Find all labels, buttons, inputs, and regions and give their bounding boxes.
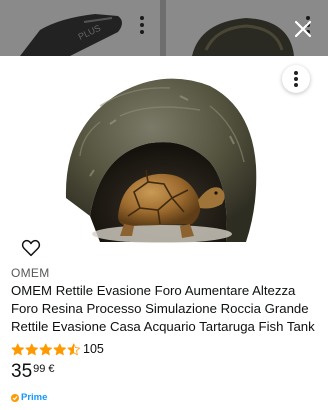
product-title[interactable]: OMEM Rettile Evasione Foro Aumentare Alt… (11, 282, 319, 336)
star-icon (67, 342, 80, 355)
background-more-icon (140, 16, 144, 37)
price-fraction: 99 (33, 363, 46, 375)
close-icon (294, 20, 312, 38)
star-icon (53, 342, 66, 355)
star-icon (11, 342, 24, 355)
prime-badge: Prime (11, 392, 47, 403)
product-detail-sheet: OMEM OMEM Rettile Evasione Foro Aumentar… (0, 56, 328, 410)
prime-check-icon (11, 393, 19, 402)
product-image[interactable] (60, 66, 260, 244)
price-whole: 35 (11, 361, 33, 382)
more-options-icon (294, 69, 298, 89)
price: 35 99 € (11, 362, 55, 382)
prime-label: Prime (21, 392, 48, 403)
brand-label: OMEM (11, 266, 50, 280)
star-icon (25, 342, 38, 355)
background-overlay: PLUS (0, 0, 328, 56)
heart-icon[interactable] (21, 239, 41, 257)
star-rating (11, 342, 81, 356)
background-product-card: PLUS (0, 0, 160, 56)
star-icon (39, 342, 52, 355)
review-count[interactable]: 105 (83, 342, 104, 356)
background-product-image: PLUS (20, 14, 122, 56)
more-options-button[interactable] (282, 65, 310, 93)
rating-row[interactable]: 105 (11, 342, 104, 356)
price-currency: € (48, 363, 55, 375)
close-button[interactable] (292, 18, 314, 40)
